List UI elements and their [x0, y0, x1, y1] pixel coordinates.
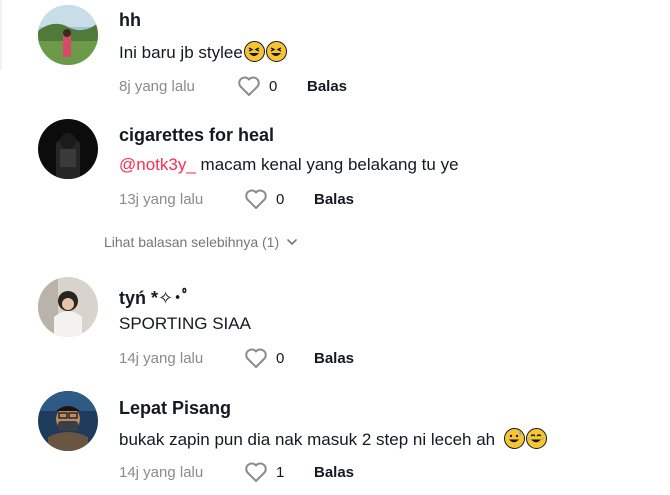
like-button[interactable]: 0: [244, 347, 298, 369]
comment-text-body: Ini baru jb stylee: [119, 43, 243, 62]
comment-username[interactable]: hh: [119, 10, 141, 31]
like-count: 0: [276, 190, 285, 208]
comment-text-body: macam kenal yang belakang tu ye: [195, 155, 459, 174]
reply-button[interactable]: Balas: [314, 191, 354, 208]
reply-button[interactable]: Balas: [314, 350, 354, 367]
like-count: 0: [276, 349, 285, 367]
comment-meta: 13j yang lalu 0 Balas: [119, 187, 354, 211]
comment-time: 13j yang lalu: [119, 190, 204, 208]
comment-text: Ini baru jb stylee: [119, 41, 287, 63]
grinning-face-with-sweat-icon: [503, 428, 525, 449]
comment-text: bukak zapin pun dia nak masuk 2 step ni …: [119, 428, 547, 450]
comment-username[interactable]: Lepat Pisang: [119, 398, 231, 419]
face-with-tears-of-joy-icon: [525, 428, 547, 449]
heart-outline-icon: [245, 189, 267, 209]
heart-outline-icon: [238, 76, 260, 96]
grinning-squinting-face-icon: [243, 41, 265, 62]
comment-meta: 14j yang lalu 0 Balas: [119, 346, 354, 370]
comment-meta: 14j yang lalu 1 Balas: [119, 460, 354, 484]
comment-time: 14j yang lalu: [119, 349, 204, 367]
chevron-down-icon: [287, 239, 297, 246]
comment-username[interactable]: cigarettes for heal: [119, 125, 274, 146]
comment-meta: 8j yang lalu 0 Balas: [119, 74, 347, 98]
view-more-replies-button[interactable]: Lihat balasan selebihnya (1): [104, 234, 299, 250]
comment-time: 8j yang lalu: [119, 77, 195, 95]
heart-outline-icon: [245, 462, 267, 482]
comment-time: 14j yang lalu: [119, 463, 204, 481]
grinning-squinting-face-icon: [265, 41, 287, 62]
like-button[interactable]: 0: [244, 188, 298, 210]
reply-button[interactable]: Balas: [314, 464, 354, 481]
avatar[interactable]: [38, 119, 98, 179]
comment-text-body: bukak zapin pun dia nak masuk 2 step ni …: [119, 430, 496, 449]
comment-text: SPORTING SIAA: [119, 314, 251, 333]
comment-username[interactable]: tyń *✧･ﾟ: [119, 284, 191, 310]
user-mention[interactable]: @notk3y_: [119, 155, 196, 174]
avatar[interactable]: [38, 5, 98, 65]
heart-outline-icon: [245, 348, 267, 368]
comment-text: @notk3y_ macam kenal yang belakang tu ye: [119, 155, 459, 175]
left-border: [0, 0, 2, 70]
like-button[interactable]: 0: [237, 75, 291, 97]
reply-button[interactable]: Balas: [307, 78, 347, 95]
like-count: 0: [269, 77, 278, 95]
avatar[interactable]: [38, 391, 98, 451]
like-button[interactable]: 1: [244, 461, 298, 483]
like-count: 1: [276, 463, 285, 481]
avatar[interactable]: [38, 277, 98, 337]
view-more-replies-label: Lihat balasan selebihnya (1): [104, 234, 280, 250]
